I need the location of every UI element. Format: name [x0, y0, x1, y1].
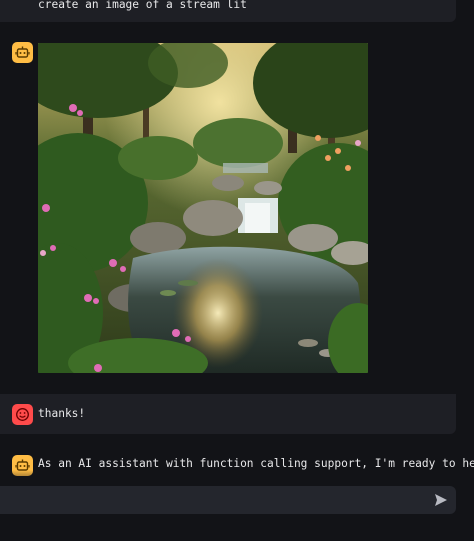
chat-input-bar [0, 486, 456, 514]
send-button[interactable] [433, 492, 451, 508]
generated-image [38, 43, 368, 373]
bot-avatar [12, 42, 33, 63]
chat-message-user-thanks: thanks! [0, 394, 456, 434]
message-text: As an AI assistant with function calling… [38, 457, 474, 470]
send-icon [435, 494, 447, 506]
user-avatar [12, 404, 33, 425]
message-text: thanks! [38, 407, 86, 420]
bot-face-icon [15, 46, 30, 58]
chat-message-user-prompt: create an image of a stream lit [0, 0, 456, 22]
smiley-face-icon [16, 408, 29, 421]
message-text: create an image of a stream lit [38, 0, 247, 11]
chat-container: create an image of a stream lit thanks! … [0, 0, 474, 541]
forest-stream-image [38, 43, 368, 373]
chat-input[interactable] [8, 490, 412, 512]
input-fade-overlay [0, 470, 456, 486]
